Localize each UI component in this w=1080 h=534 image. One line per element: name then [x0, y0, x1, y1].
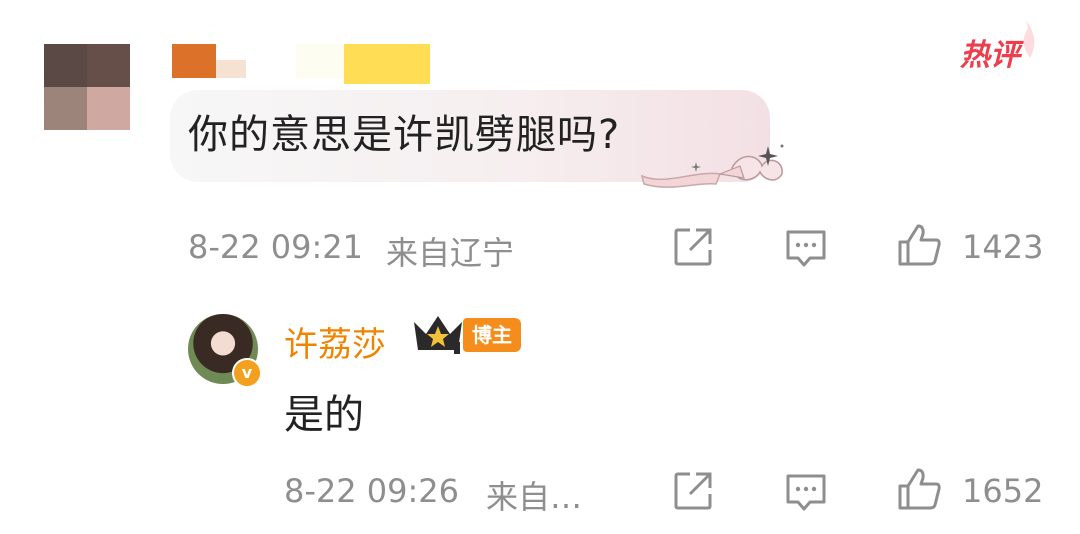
comment-timestamp: 8-22 09:21: [188, 228, 364, 266]
reply-location: 来自…: [486, 478, 583, 516]
reply-timestamp: 8-22 09:26: [284, 472, 460, 510]
blogger-tag: 博主: [463, 318, 521, 352]
share-icon[interactable]: [672, 226, 714, 268]
like-icon[interactable]: [896, 222, 944, 268]
comment-location: 来自辽宁: [386, 234, 515, 272]
crown-icon: [414, 316, 462, 354]
reply-author-name[interactable]: 许荔莎: [284, 317, 386, 366]
hot-badge-flame-icon: [1023, 20, 1035, 58]
comment-text: 你的意思是许凯劈腿吗?: [188, 112, 621, 158]
reply-text: 是的: [284, 392, 364, 438]
comment-icon[interactable]: [784, 472, 828, 512]
verified-icon: v: [232, 358, 262, 388]
bow-decoration: [640, 144, 784, 188]
reply-like-count: 1652: [962, 472, 1044, 510]
comment-like-count: 1423: [962, 228, 1044, 266]
share-icon[interactable]: [672, 470, 714, 512]
comment-icon[interactable]: [784, 228, 828, 268]
like-icon[interactable]: [896, 466, 944, 512]
commenter-avatar[interactable]: [44, 44, 130, 130]
